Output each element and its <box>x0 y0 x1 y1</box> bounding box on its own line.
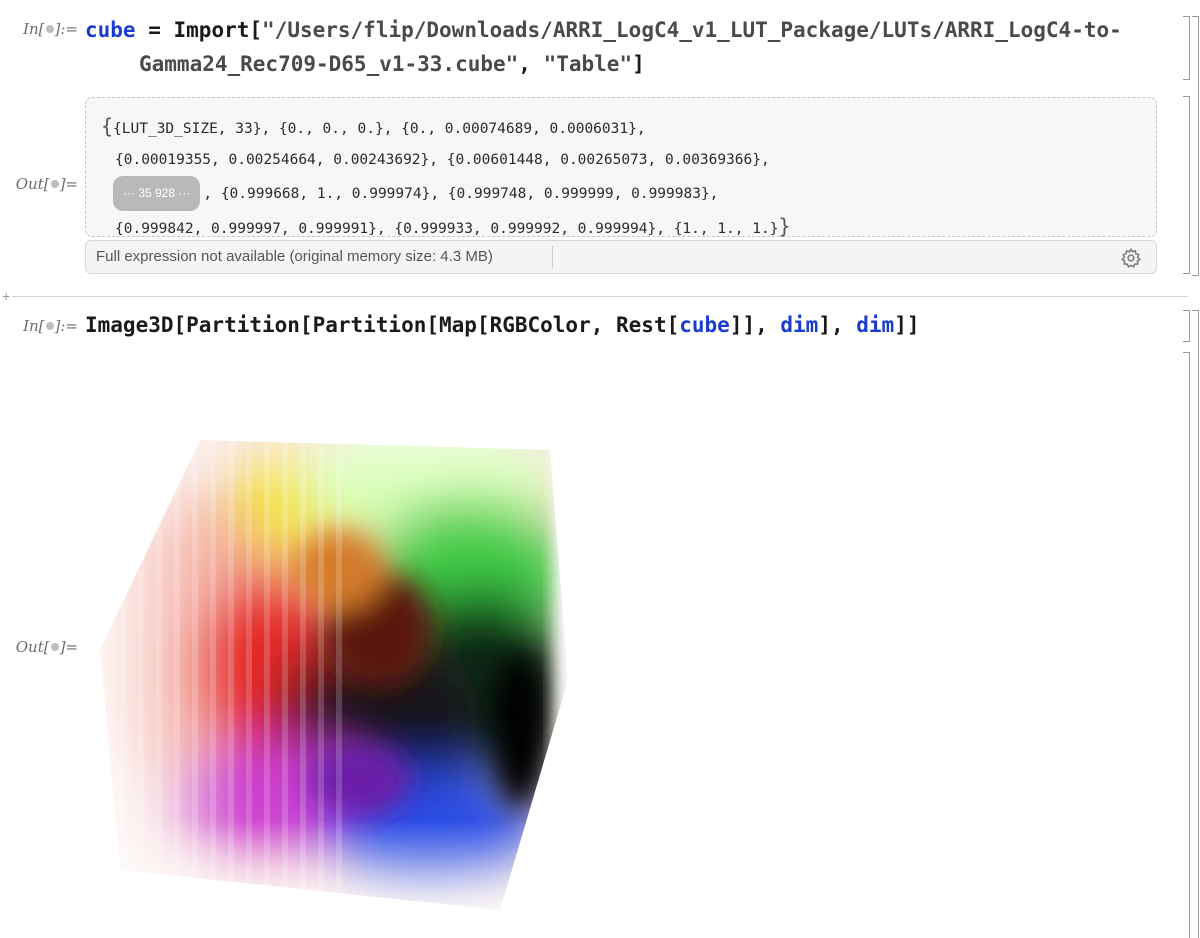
output-line-2: {0.00019355, 0.00254664, 0.00243692}, {0… <box>115 152 770 168</box>
image3d-lut-cube[interactable] <box>80 350 595 930</box>
out-label-1: Out[]= <box>15 175 78 193</box>
cell-number-dot <box>50 180 59 188</box>
in-label-1: In[]:= <box>23 20 78 38</box>
cell-number-dot <box>45 25 54 33</box>
cell-bracket-out2[interactable] <box>1183 352 1190 938</box>
lut-cube-render <box>80 350 595 930</box>
cell-number-dot <box>45 322 54 330</box>
memory-size-message: Full expression not available (original … <box>96 248 493 265</box>
cell-bracket-out1[interactable] <box>1183 96 1190 274</box>
elided-count-badge[interactable]: ··· 35 928 ··· <box>113 176 201 211</box>
cell-bracket-in2[interactable] <box>1183 310 1190 342</box>
cell-number-dot <box>50 643 59 651</box>
cell-bracket-in1[interactable] <box>1183 16 1190 80</box>
cell-group-bracket-2[interactable] <box>1192 310 1199 938</box>
status-divider <box>552 246 553 268</box>
gear-icon[interactable] <box>1120 247 1142 269</box>
output-line-3: ··· 35 928 ···, {0.999668, 1., 0.999974}… <box>101 176 791 211</box>
input-code-line-2[interactable]: Gamma24_Rec709-D65_v1-33.cube", "Table"] <box>139 47 645 81</box>
cell-group-bracket-1[interactable] <box>1192 16 1199 276</box>
input-code-image3d[interactable]: Image3D[Partition[Partition[Map[RGBColor… <box>85 308 920 342</box>
in-label-2: In[]:= <box>23 317 78 335</box>
cell-insertion-line[interactable] <box>12 296 1188 297</box>
output-status-bar: Full expression not available (original … <box>85 240 1157 274</box>
output-list: {{LUT_3D_SIZE, 33}, {0., 0., 0.}, {0., 0… <box>101 111 791 245</box>
input-code-line-1[interactable]: cube = Import["/Users/flip/Downloads/ARR… <box>85 13 1122 47</box>
out-label-2: Out[]= <box>15 638 78 656</box>
plus-icon[interactable]: + <box>2 289 16 303</box>
output-line-1: {{LUT_3D_SIZE, 33}, {0., 0., 0.}, {0., 0… <box>101 114 646 138</box>
